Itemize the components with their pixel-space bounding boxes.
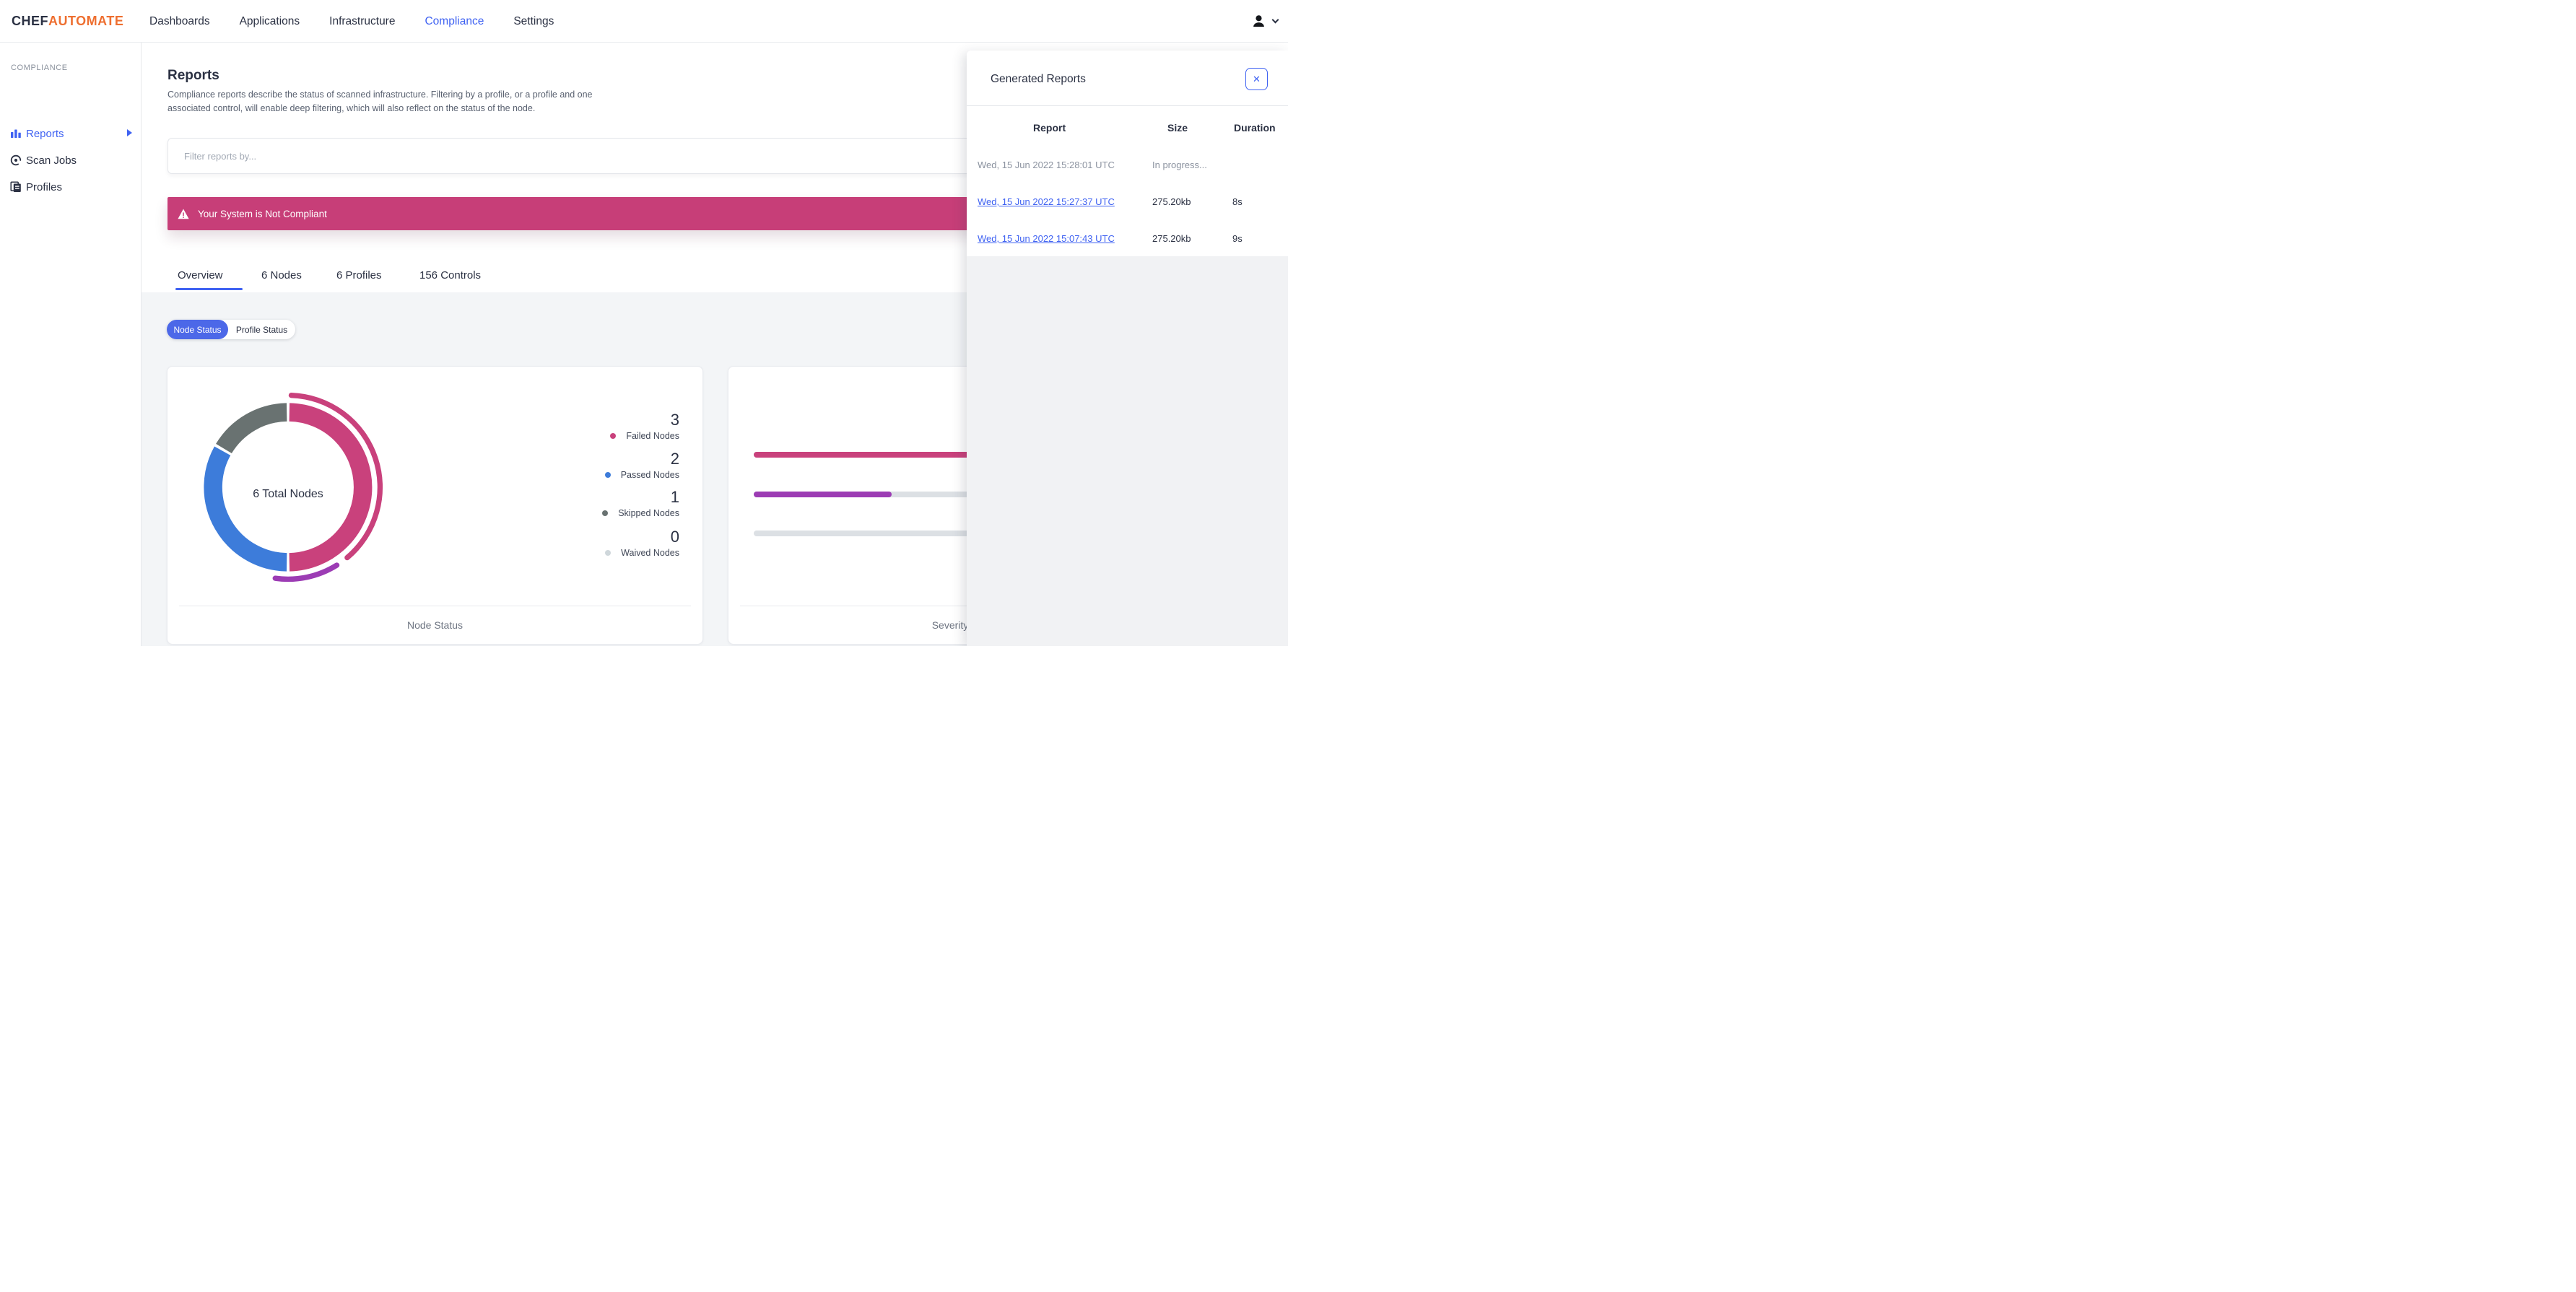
active-tab-underline <box>175 288 243 290</box>
user-icon <box>1253 15 1264 27</box>
failed-dot-icon <box>610 433 617 439</box>
banner-text: Your System is Not Compliant <box>198 208 327 219</box>
sidebar-item-profiles[interactable]: Profiles <box>0 177 142 197</box>
logo-automate: AUTOMATE <box>48 14 124 28</box>
top-navigation-bar: CHEF AUTOMATE Dashboards Applications Inf… <box>0 0 1288 43</box>
chef-automate-logo[interactable]: CHEF AUTOMATE <box>12 0 123 43</box>
scanner-icon <box>10 154 22 166</box>
legend-passed: 2 Passed Nodes <box>521 450 679 480</box>
tab-controls[interactable]: 156 Controls <box>419 269 481 281</box>
donut-failed-segment <box>289 403 373 572</box>
column-header-report: Report <box>1033 122 1066 134</box>
active-item-arrow-icon <box>127 129 132 136</box>
sidebar-item-label: Profiles <box>26 180 63 193</box>
chevron-down-icon <box>1271 16 1279 24</box>
node-status-donut-chart: 6 Total Nodes <box>182 381 394 593</box>
passed-dot-icon <box>604 472 611 478</box>
report-size: 275.20kb <box>1152 196 1191 207</box>
node-status-card: 6 Total Nodes 3 Failed Nodes 2 Passed No… <box>167 366 703 645</box>
skipped-count: 1 <box>670 488 679 506</box>
sidebar-item-label: Reports <box>26 127 64 140</box>
status-toggle: Node Status Profile Status <box>167 320 295 339</box>
nav-applications[interactable]: Applications <box>240 15 300 28</box>
waived-dot-icon <box>605 550 612 556</box>
panel-header-divider <box>967 105 1288 106</box>
nav-links: Dashboards Applications Infrastructure C… <box>149 0 554 43</box>
column-header-size: Size <box>1167 122 1188 134</box>
bar-chart-icon <box>11 129 21 138</box>
waived-count: 0 <box>670 528 679 546</box>
page-description: Compliance reports describe the status o… <box>167 90 593 113</box>
user-menu-button[interactable] <box>1251 0 1279 43</box>
skipped-dot-icon <box>602 510 609 516</box>
app-screen: Reports Compliance reports describe the … <box>0 0 1288 646</box>
nav-dashboards[interactable]: Dashboards <box>149 15 210 28</box>
nav-infrastructure[interactable]: Infrastructure <box>329 15 395 28</box>
sidebar-item-reports[interactable]: Reports <box>0 123 142 144</box>
report-link[interactable]: Wed, 15 Jun 2022 15:27:37 UTC <box>978 196 1115 207</box>
tab-profiles[interactable]: 6 Profiles <box>336 269 382 281</box>
nav-settings[interactable]: Settings <box>513 15 554 28</box>
documents-icon <box>10 181 21 192</box>
node-status-card-footer: Node Status <box>406 619 464 631</box>
column-header-duration: Duration <box>1234 122 1276 134</box>
donut-center-label: 6 Total Nodes <box>253 488 323 500</box>
tab-nodes[interactable]: 6 Nodes <box>261 269 302 281</box>
donut-svg <box>204 393 383 582</box>
report-duration: 8s <box>1232 196 1243 207</box>
legend-waived: 0 Waived Nodes <box>521 528 679 558</box>
passed-label: Passed Nodes <box>620 470 679 480</box>
sidebar-item-label: Scan Jobs <box>26 154 77 167</box>
report-link[interactable]: Wed, 15 Jun 2022 15:07:43 UTC <box>978 233 1115 244</box>
sidebar: COMPLIANCE Reports Scan Jobs Profiles <box>0 43 142 646</box>
node-status-toggle-button[interactable]: Node Status <box>167 320 228 339</box>
donut-skipped-segment <box>216 403 287 454</box>
waived-label: Waived Nodes <box>621 548 679 558</box>
generated-reports-panel: Generated Reports ✕ Report Size Duration… <box>967 51 1288 646</box>
nav-compliance[interactable]: Compliance <box>425 15 484 28</box>
donut-passed-segment <box>204 446 287 572</box>
severity-bar-major-fill <box>754 492 892 497</box>
close-icon[interactable]: ✕ <box>1245 68 1268 90</box>
report-size: 275.20kb <box>1152 233 1191 244</box>
failed-count: 3 <box>670 411 679 429</box>
legend-skipped: 1 Skipped Nodes <box>521 489 679 518</box>
failed-label: Failed Nodes <box>626 431 679 441</box>
report-date: Wed, 15 Jun 2022 15:28:01 UTC <box>978 160 1115 170</box>
report-size: In progress... <box>1152 160 1207 170</box>
page-title: Reports <box>167 68 219 83</box>
logo-chef: CHEF <box>12 14 48 28</box>
sidebar-section-label: COMPLIANCE <box>11 64 68 72</box>
legend-failed: 3 Failed Nodes <box>521 411 679 441</box>
passed-count: 2 <box>670 450 679 468</box>
panel-title: Generated Reports <box>991 73 1086 85</box>
skipped-label: Skipped Nodes <box>618 508 679 518</box>
report-duration: 9s <box>1232 233 1243 244</box>
warning-icon <box>178 209 189 219</box>
tab-overview[interactable]: Overview <box>178 269 223 281</box>
sidebar-item-scan-jobs[interactable]: Scan Jobs <box>0 150 142 170</box>
profile-status-toggle-button[interactable]: Profile Status <box>228 320 295 339</box>
